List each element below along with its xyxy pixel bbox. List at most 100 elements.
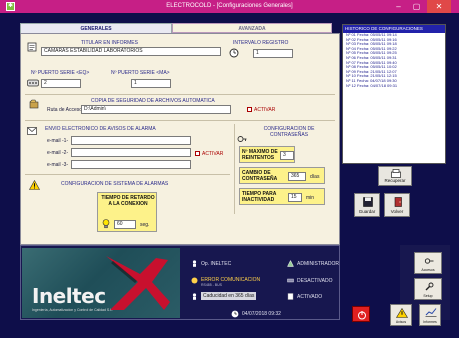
volver-button[interactable]: Volver bbox=[384, 193, 410, 217]
separator bbox=[25, 174, 230, 175]
close-button[interactable]: ✕ bbox=[427, 0, 451, 13]
volver-label: Volver bbox=[390, 209, 404, 214]
email-3-input[interactable] bbox=[71, 160, 191, 169]
max-reintentos-box: Nº MAXIMO DE REINTENTOS 3 bbox=[239, 146, 295, 163]
admin-icon bbox=[287, 260, 294, 267]
intervalo-label: INTERVALO REGISTRO bbox=[233, 40, 289, 46]
minimize-button[interactable]: – bbox=[390, 0, 407, 13]
email-activar-label: ACTIVAR bbox=[202, 151, 224, 157]
power-icon bbox=[358, 311, 366, 320]
email-title: ENVIO ELECTRONICO DE AVISOS DE ALARMA bbox=[45, 126, 156, 132]
puerto-eq-input[interactable]: 2 bbox=[41, 79, 81, 88]
back-door-icon bbox=[394, 197, 402, 207]
history-list[interactable]: HISTORICO DE CONFIGURACIONES Nº 01 Fecha… bbox=[342, 24, 446, 164]
email-activar-checkbox[interactable] bbox=[195, 151, 200, 156]
avisos-button[interactable]: Avisos bbox=[390, 304, 412, 326]
email-1-input[interactable] bbox=[71, 136, 191, 145]
desactivado-text: DESACTIVADO bbox=[297, 278, 333, 284]
maximize-button[interactable]: ▢ bbox=[408, 0, 425, 13]
email-icon bbox=[27, 127, 37, 135]
alert-icon bbox=[396, 308, 408, 318]
power-button[interactable] bbox=[352, 306, 370, 322]
separator bbox=[25, 120, 335, 121]
retardo-input[interactable]: 60 bbox=[114, 220, 136, 229]
accesos-label: Accesos bbox=[421, 268, 435, 272]
password-title: CONFIGURACION DE CONTRASEÑAS bbox=[263, 126, 315, 138]
network-icon bbox=[287, 278, 294, 283]
intervalo-input[interactable]: 1 bbox=[253, 49, 293, 58]
recover-icon bbox=[391, 169, 401, 178]
clock-status-icon bbox=[231, 310, 239, 318]
setup-label: Setup bbox=[423, 294, 433, 298]
logo-tagline: Ingeniería, Automatizacion y Control de … bbox=[32, 308, 114, 312]
chart-icon bbox=[425, 308, 437, 317]
general-settings-panel: TITULAR EN INFORMES CAMARAS ESTABILIDAD … bbox=[20, 33, 340, 245]
lightbulb-icon bbox=[102, 219, 110, 229]
informes-button[interactable]: Informes bbox=[419, 304, 441, 326]
error-subtext: RS485 - BUS bbox=[201, 283, 223, 287]
company-logo: Ineltec Ingeniería, Automatizacion y Con… bbox=[22, 248, 180, 318]
inactividad-input[interactable]: 15 bbox=[288, 193, 302, 202]
inactividad-label: TIEMPO PARA INACTIVIDAD bbox=[242, 191, 277, 203]
ruta-label: Ruta de Acceso bbox=[47, 107, 83, 113]
puerto-ma-input[interactable]: 1 bbox=[131, 79, 171, 88]
guardar-button[interactable]: Guardar bbox=[354, 193, 380, 217]
logo-name: Ineltec bbox=[32, 284, 106, 308]
recuperar-label: Recuperar bbox=[384, 178, 406, 183]
email-2-input[interactable] bbox=[71, 148, 191, 157]
setup-button[interactable]: Setup bbox=[414, 278, 442, 300]
comm-error-icon bbox=[191, 277, 198, 284]
cambio-input[interactable]: 365 bbox=[288, 172, 306, 181]
cambio-unit: días bbox=[310, 174, 320, 180]
datetime-text: 04/07/2018 09:32 bbox=[242, 311, 281, 317]
puerto-ma-label: Nº PUERTO SERIE <MA> bbox=[111, 70, 170, 76]
user-icon bbox=[192, 293, 197, 300]
wrench-icon bbox=[425, 282, 434, 291]
activado-text: ACTIVADO bbox=[297, 294, 323, 300]
backup-icon bbox=[29, 99, 39, 109]
max-reintentos-input[interactable]: 3 bbox=[280, 151, 294, 160]
max-reintentos-label: Nº MAXIMO DE REINTENTOS bbox=[242, 149, 278, 161]
cambio-box: CAMBIO DE CONTRASEÑA 365 días bbox=[239, 167, 325, 184]
tab-strip: GENERALES AVANZADA bbox=[20, 23, 332, 33]
accesos-button[interactable]: Accesos bbox=[414, 252, 442, 274]
titular-label: TITULAR EN INFORMES bbox=[81, 40, 138, 46]
email-3-label: e-mail -3- bbox=[47, 162, 69, 168]
retardo-label: TIEMPO DE RETARDO A LA CONEXION bbox=[101, 195, 155, 207]
email-2-label: e-mail -2- bbox=[47, 150, 69, 156]
recuperar-button[interactable]: Recuperar bbox=[378, 166, 412, 186]
titular-input[interactable]: CAMARAS ESTABILIDAD LABORATORIOS bbox=[41, 47, 221, 56]
ruta-input[interactable]: D:\Admin\ bbox=[81, 105, 231, 114]
avisos-label: Avisos bbox=[395, 320, 407, 324]
role-text: ADMINISTRADOR bbox=[297, 261, 339, 267]
history-row[interactable]: Nº 12 Fecha: 04/07/18 09:31 bbox=[343, 84, 445, 89]
logo-x-mark bbox=[106, 256, 170, 310]
operator-text: Op. INELTEC bbox=[201, 261, 232, 267]
caducidad-text: Caducidad en 365 días bbox=[201, 292, 257, 300]
guardar-label: Guardar bbox=[358, 209, 376, 214]
title-bar: ✱ ELECTROCOLD - [Configuraciones General… bbox=[0, 0, 459, 13]
backup-activar-label: ACTIVAR bbox=[254, 107, 276, 113]
cambio-label: CAMBIO DE CONTRASEÑA bbox=[242, 170, 278, 182]
password-icon bbox=[237, 136, 247, 142]
informes-label: Informes bbox=[423, 320, 437, 324]
key-icon bbox=[424, 258, 434, 264]
separator bbox=[25, 94, 335, 95]
retardo-box: TIEMPO DE RETARDO A LA CONEXION 60 seg. bbox=[97, 192, 157, 232]
history-title: HISTORICO DE CONFIGURACIONES bbox=[343, 25, 445, 33]
warning-icon bbox=[29, 180, 40, 190]
retardo-unit: seg. bbox=[140, 222, 150, 228]
inactividad-box: TIEMPO PARA INACTIVIDAD 15 min bbox=[239, 188, 325, 205]
alarm-title: CONFIGURACION DE SISTEMA DE ALARMAS bbox=[61, 181, 169, 187]
email-1-label: e-mail -1- bbox=[47, 138, 69, 144]
separator bbox=[234, 124, 235, 214]
serial-port-icon bbox=[27, 79, 39, 87]
clock-icon bbox=[229, 48, 239, 58]
puerto-eq-label: Nº PUERTO SERIE <EQ> bbox=[31, 70, 90, 76]
backup-activar-checkbox[interactable] bbox=[247, 107, 252, 112]
report-title-icon bbox=[27, 42, 37, 52]
tab-generales[interactable]: GENERALES bbox=[20, 23, 172, 33]
inactividad-unit: min bbox=[306, 195, 315, 201]
tab-avanzada[interactable]: AVANZADA bbox=[172, 23, 332, 33]
save-icon bbox=[363, 197, 373, 207]
